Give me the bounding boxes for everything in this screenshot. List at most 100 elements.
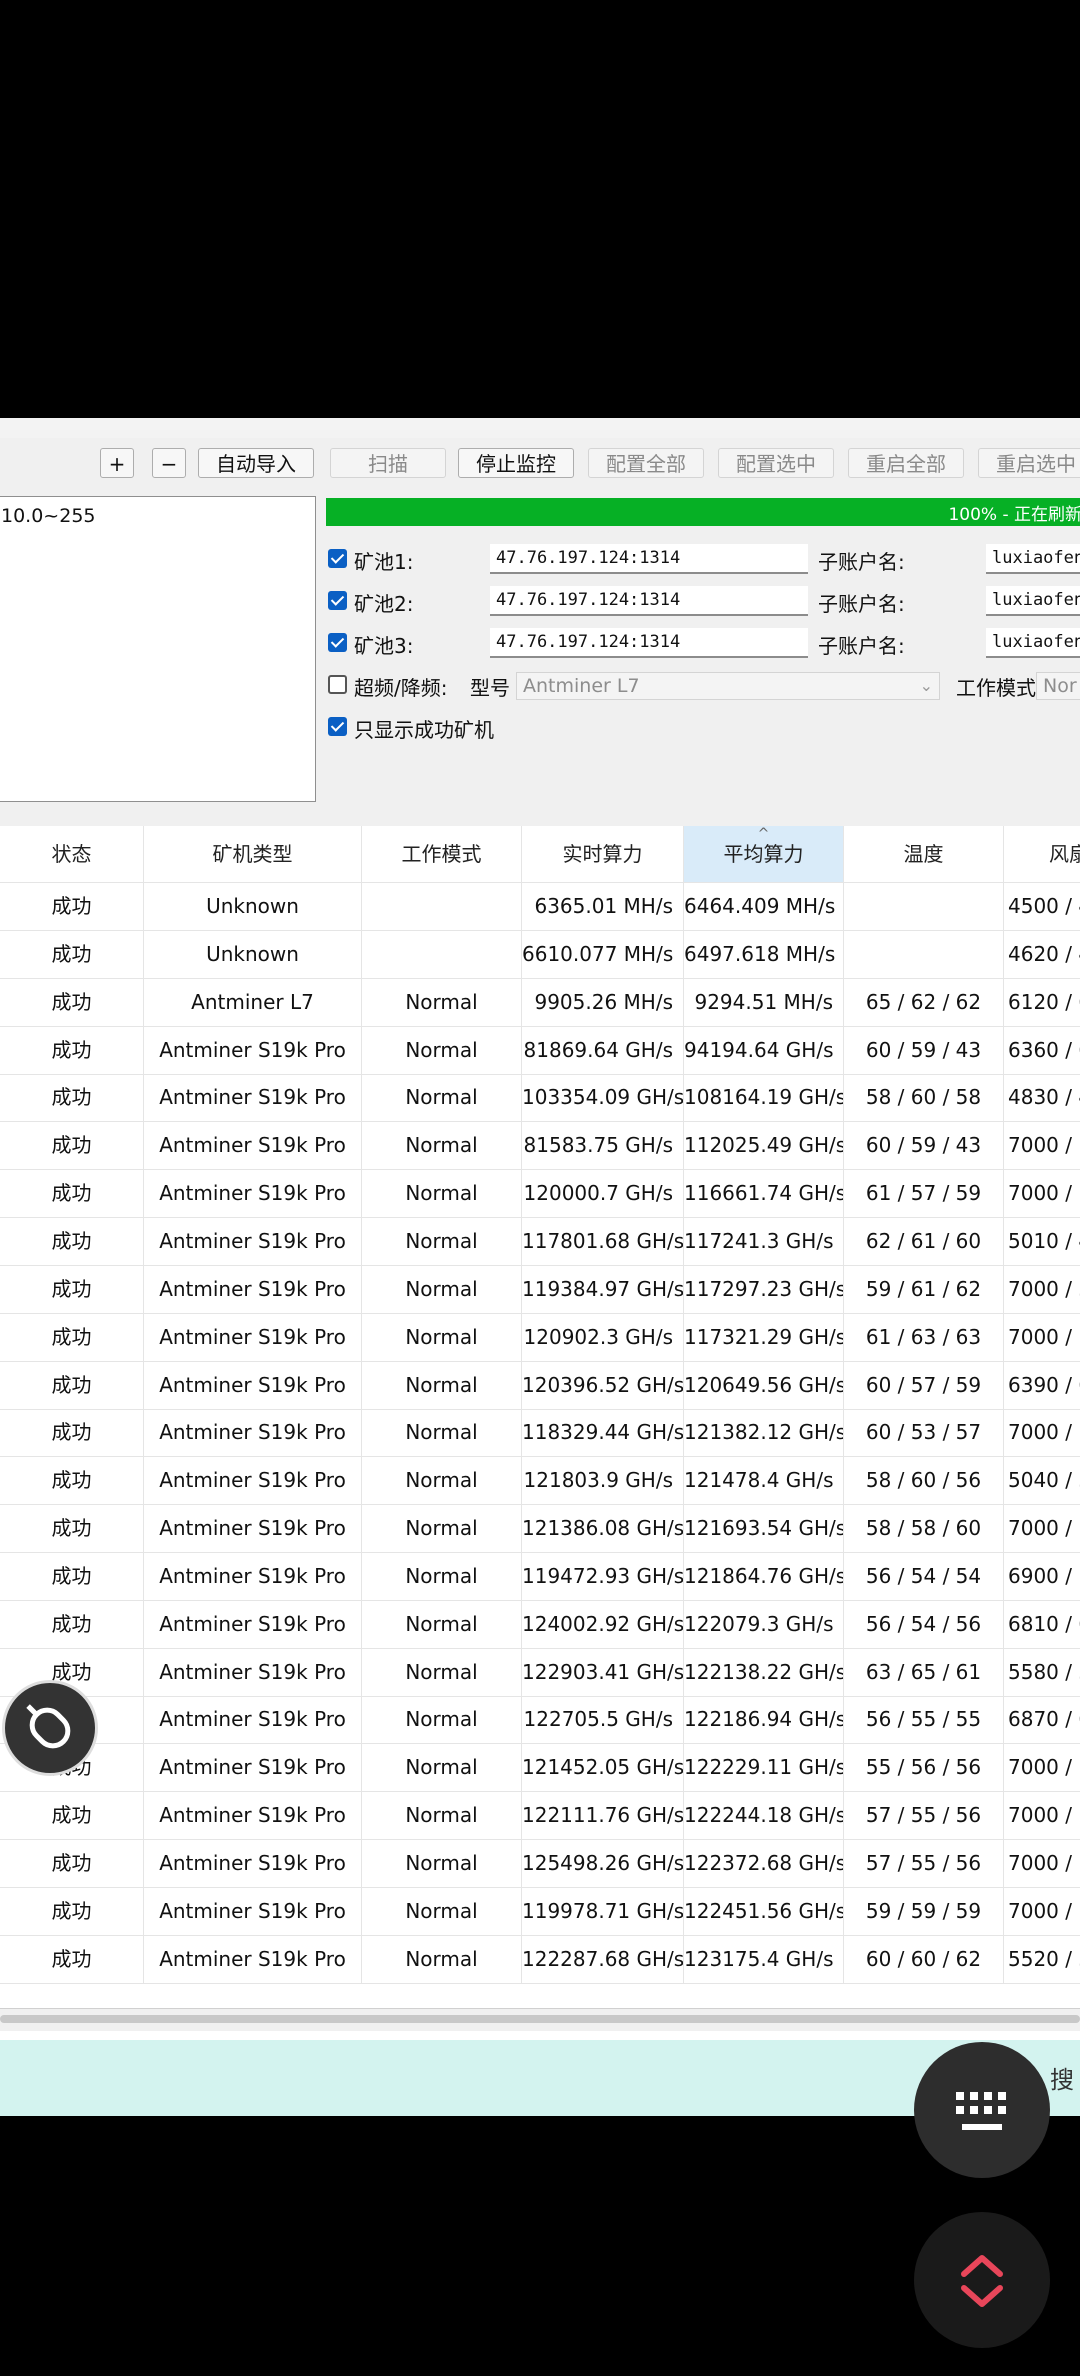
cell-work-mode — [362, 929, 522, 978]
pool-2-checkbox[interactable] — [328, 591, 347, 610]
pool-3-checkbox[interactable] — [328, 633, 347, 652]
expand-collapse-button[interactable] — [914, 2212, 1050, 2348]
stop-monitor-button[interactable]: 停止监控 — [458, 448, 574, 478]
config-selected-button[interactable]: 配置选中 — [718, 448, 834, 478]
cell-fan: 5040 / 5 — [1008, 1468, 1080, 1493]
table-row[interactable]: 成功 Antminer S19k Pro Normal 103354.09 GH/s 1… — [0, 1073, 1080, 1123]
table-row[interactable]: 成功 Antminer S19k Pro Normal 122903.41 GH/s 1… — [0, 1647, 1080, 1697]
keyboard-button[interactable] — [914, 2042, 1050, 2178]
pin-icon — [26, 1704, 71, 1749]
work-mode-select-value: Nor — [1043, 675, 1077, 697]
header-fan[interactable]: 风扇 — [1004, 826, 1080, 882]
cell-work-mode: Normal — [362, 1073, 522, 1122]
cell-realtime-hashrate: 121803.9 GH/s — [522, 1456, 684, 1505]
model-label: 型号 — [470, 676, 510, 700]
table-row[interactable]: 成功 Antminer S19k Pro Normal 121386.08 GH/s 1… — [0, 1504, 1080, 1554]
table-row[interactable]: 成功 Antminer S19k Pro Normal 117801.68 GH/s 1… — [0, 1216, 1080, 1266]
search-text[interactable]: 搜 — [1050, 2060, 1074, 2095]
restart-all-button[interactable]: 重启全部 — [848, 448, 964, 478]
pool-2-sub-account-field[interactable]: luxiaofeng — [986, 586, 1080, 616]
cell-miner-type: Antminer S19k Pro — [144, 1647, 362, 1696]
pool-1-checkbox[interactable] — [328, 549, 347, 568]
overclock-label: 超频/降频: — [354, 676, 448, 700]
cell-realtime-hashrate: 121386.08 GH/s — [522, 1504, 684, 1553]
cell-fan: 7000 / 7 — [1008, 1516, 1080, 1541]
table-row[interactable]: 成功 Unknown 6365.01 MH/s 6464.409 MH/s 4500 /… — [0, 882, 1080, 931]
header-status[interactable]: 状态 — [0, 826, 144, 882]
header-realtime-hashrate[interactable]: 实时算力 — [522, 826, 684, 882]
cell-miner-type: Antminer S19k Pro — [144, 1025, 362, 1074]
cell-miner-type: Antminer S19k Pro — [144, 1743, 362, 1792]
table-row[interactable]: 成功 Unknown 6610.077 MH/s 6497.618 MH/s 4620 … — [0, 929, 1080, 979]
work-mode-select[interactable]: Nor — [1036, 672, 1080, 700]
cell-realtime-hashrate: 121452.05 GH/s — [522, 1743, 684, 1792]
table-row[interactable]: 成功Antminer S19k ProNormal121452.05 GH/s1… — [0, 1743, 1080, 1793]
horizontal-scrollbar[interactable] — [0, 2008, 1080, 2031]
cell-miner-type: Antminer S19k Pro — [144, 1886, 362, 1935]
cell-work-mode: Normal — [362, 1743, 522, 1792]
table-row[interactable]: 成功 Antminer S19k Pro Normal 122287.68 GH/s 1… — [0, 1934, 1080, 1984]
header-miner-type[interactable]: 矿机类型 — [144, 826, 362, 882]
cell-fan: 7000 / 7 — [1008, 1803, 1080, 1828]
pool-3-sub-account-field[interactable]: luxiaofeng — [986, 628, 1080, 658]
cell-fan: 7000 / 7 — [1008, 1420, 1080, 1445]
auto-import-button[interactable]: 自动导入 — [198, 448, 314, 478]
cell-work-mode: Normal — [362, 1121, 522, 1170]
config-all-button[interactable]: 配置全部 — [588, 448, 704, 478]
cell-status: 成功 — [0, 1264, 144, 1313]
table-row[interactable]: 成功 Antminer S19k Pro Normal 119978.71 GH/s 1… — [0, 1886, 1080, 1936]
table-row[interactable]: 成功Antminer S19k ProNormal122705.5 GH/s12… — [0, 1695, 1080, 1745]
cell-status: 成功 — [0, 1169, 144, 1218]
table-row[interactable]: 成功 Antminer S19k Pro Normal 120396.52 GH/s 1… — [0, 1360, 1080, 1410]
pool-1-sub-account-field[interactable]: luxiaofeng — [986, 544, 1080, 574]
table-row[interactable]: 成功 Antminer S19k Pro Normal 119472.93 GH/s 1… — [0, 1551, 1080, 1601]
cell-realtime-hashrate: 6365.01 MH/s — [522, 882, 684, 930]
table-row[interactable]: 成功 Antminer S19k Pro Normal 119384.97 GH/s 1… — [0, 1264, 1080, 1314]
table-row[interactable]: 成功 Antminer S19k Pro Normal 120902.3 GH/s 11… — [0, 1312, 1080, 1362]
scan-button[interactable]: 扫描 — [330, 448, 446, 478]
restart-selected-button[interactable]: 重启选中 — [978, 448, 1080, 478]
pool-1-address-field[interactable]: 47.76.197.124:1314 — [490, 544, 808, 574]
cell-fan: 4830 / 4 — [1008, 1085, 1080, 1110]
table-row[interactable]: 成功 Antminer S19k Pro Normal 81583.75 GH/s 11… — [0, 1121, 1080, 1171]
cell-average-hashrate: 117241.3 GH/s — [684, 1216, 844, 1265]
pool-2-address-field[interactable]: 47.76.197.124:1314 — [490, 586, 808, 616]
overclock-row: 超频/降频: 型号 Antminer L7 ⌄ 工作模式 Nor — [326, 668, 1080, 702]
table-row[interactable]: 成功 Antminer S19k Pro Normal 125498.26 GH/s 1… — [0, 1839, 1080, 1888]
remove-button[interactable]: − — [152, 448, 186, 478]
table-row[interactable]: 成功 Antminer S19k Pro Normal 118329.44 GH/s 1… — [0, 1408, 1080, 1458]
ip-range-item[interactable]: 10.0~255 — [1, 505, 96, 527]
table-row[interactable]: 成功 Antminer L7 Normal 9905.26 MH/s 9294.51 M… — [0, 977, 1080, 1027]
pin-button[interactable] — [2, 1680, 98, 1776]
cell-temperature: 56 / 55 / 55 — [844, 1695, 1004, 1744]
table-row[interactable]: 成功 Antminer S19k Pro Normal 120000.7 GH/s 11… — [0, 1169, 1080, 1219]
header-work-mode[interactable]: 工作模式 — [362, 826, 522, 882]
header-temperature[interactable]: 温度 — [844, 826, 1004, 882]
cell-temperature — [844, 929, 1004, 978]
table-row[interactable]: 成功 Antminer S19k Pro Normal 121803.9 GH/s 12… — [0, 1456, 1080, 1506]
cell-fan: 6900 / 7 — [1008, 1563, 1080, 1588]
add-button[interactable]: + — [100, 448, 134, 478]
header-average-hashrate[interactable]: ^ 平均算力 — [684, 826, 844, 882]
cell-realtime-hashrate: 119978.71 GH/s — [522, 1886, 684, 1935]
table-header: 状态 矿机类型 工作模式 实时算力 ^ 平均算力 温度 风扇 — [0, 826, 1080, 883]
cell-fan: 6360 / 6 — [1008, 1037, 1080, 1062]
pool-3-address-field[interactable]: 47.76.197.124:1314 — [490, 628, 808, 658]
cell-work-mode: Normal — [362, 1791, 522, 1840]
only-success-checkbox[interactable] — [328, 717, 347, 736]
pool-row-3: 矿池3: 47.76.197.124:1314 子账户名: luxiaofeng — [326, 626, 1080, 660]
table-row[interactable]: 成功 Antminer S19k Pro Normal 81869.64 GH/s 94… — [0, 1025, 1080, 1075]
pool-3-label: 矿池3: — [354, 634, 414, 658]
cell-miner-type: Antminer S19k Pro — [144, 1121, 362, 1170]
overclock-checkbox[interactable] — [328, 675, 347, 694]
ip-range-list[interactable]: 10.0~255 — [0, 496, 316, 802]
cell-status: 成功 — [0, 1551, 144, 1600]
model-select[interactable]: Antminer L7 ⌄ — [516, 672, 940, 700]
table-row[interactable]: 成功 Antminer S19k Pro Normal 124002.92 GH/s 1… — [0, 1599, 1080, 1649]
progress-text: 100% - 正在刷新 — [948, 505, 1080, 525]
cell-temperature: 62 / 61 / 60 — [844, 1216, 1004, 1265]
cell-work-mode: Normal — [362, 977, 522, 1026]
scrollbar-thumb[interactable] — [0, 2015, 1080, 2023]
cell-status: 成功 — [0, 1408, 144, 1457]
table-row[interactable]: 成功 Antminer S19k Pro Normal 122111.76 GH/s 1… — [0, 1791, 1080, 1841]
